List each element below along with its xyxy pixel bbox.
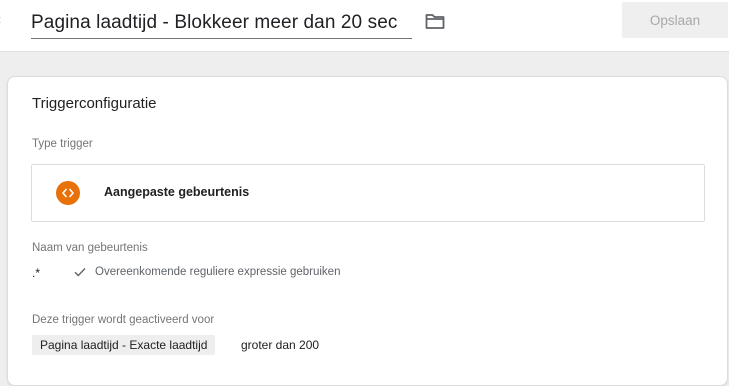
check-icon — [74, 268, 86, 277]
trigger-name-text[interactable]: Pagina laadtijd - Blokkeer meer dan 20 s… — [31, 12, 397, 34]
fires-on-label: Deze trigger wordt geactiveerd voor — [32, 314, 215, 326]
regex-option-label: Overeenkomende reguliere expressie gebru… — [95, 266, 341, 278]
trigger-configuration-card: Triggerconfiguratie Type trigger Aangepa… — [7, 76, 728, 386]
event-name-value: .* — [32, 266, 41, 280]
trigger-name-field[interactable]: Pagina laadtijd - Blokkeer meer dan 20 s… — [31, 7, 412, 39]
editor-header: ‹ Pagina laadtijd - Blokkeer meer dan 20… — [0, 0, 729, 52]
condition-variable-chip: Pagina laadtijd - Exacte laadtijd — [32, 335, 216, 355]
chevron-left-icon[interactable]: ‹ — [0, 12, 1, 28]
folder-icon[interactable] — [425, 12, 445, 30]
trigger-type-selector[interactable]: Aangepaste gebeurtenis — [31, 164, 705, 222]
condition-operator-value: groter dan 200 — [241, 338, 320, 352]
code-brackets-icon — [56, 181, 80, 205]
card-heading: Triggerconfiguratie — [32, 95, 157, 112]
event-name-label: Naam van gebeurtenis — [32, 242, 148, 254]
trigger-type-name: Aangepaste gebeurtenis — [104, 185, 250, 199]
trigger-type-label: Type trigger — [32, 138, 93, 150]
save-button[interactable]: Opslaan — [622, 2, 728, 38]
